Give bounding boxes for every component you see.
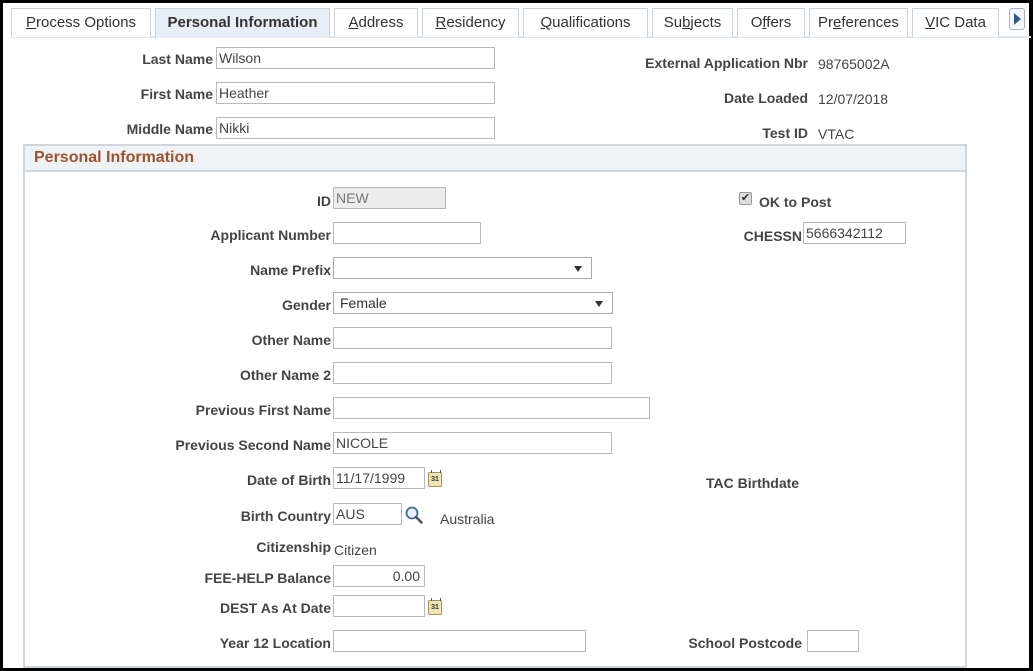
calendar-icon[interactable]: 31 [428,598,442,615]
dest-as-at-date-label: DEST As At Date [220,600,331,616]
tab-offers[interactable]: Offers [737,8,805,37]
last-name-label: Last Name [142,51,213,67]
gender-value: Female [340,295,387,311]
section-title: Personal Information [34,149,195,166]
tac-birthdate-label: TAC Birthdate [706,475,800,491]
middle-name-label: Middle Name [126,121,213,137]
tab-process-options[interactable]: Process Options [11,8,151,37]
name-prefix-label: Name Prefix [250,262,331,278]
name-prefix-select[interactable] [333,257,592,279]
tab-address[interactable]: Address [334,8,418,37]
applicant-number-input[interactable] [333,222,481,244]
gender-select[interactable]: Female [333,292,613,314]
year12-location-label: Year 12 Location [219,635,331,651]
tab-residency[interactable]: Residency [422,8,519,37]
external-app-nbr-value: 98765002A [818,56,890,72]
birth-country-description: Australia [440,511,495,527]
citizenship-value: Citizen [334,542,377,558]
tab-scroll-right-button[interactable] [1009,8,1025,30]
previous-second-name-input[interactable] [333,432,612,454]
tab-qualifications[interactable]: Qualifications [523,8,648,37]
applicant-number-label: Applicant Number [210,227,331,243]
access-key-letter: R [435,14,447,31]
school-postcode-input[interactable] [807,630,859,652]
gender-label: Gender [281,297,331,313]
access-key-letter: Q [540,14,553,31]
tab-subjects[interactable]: Subjects [652,8,733,37]
last-name-input[interactable] [216,47,495,69]
first-name-input[interactable] [216,82,495,104]
fee-help-balance-label: FEE-HELP Balance [204,570,331,586]
date-loaded-value: 12/07/2018 [818,91,889,107]
date-of-birth-label: Date of Birth [247,472,331,488]
year12-location-input[interactable] [333,630,586,652]
birth-country-label: Birth Country [240,508,331,524]
previous-first-name-label: Previous First Name [195,402,331,418]
chessn-label: CHESSN [743,228,802,244]
date-of-birth-input[interactable] [333,467,425,489]
date-loaded-label: Date Loaded [723,90,808,106]
id-input [333,187,446,209]
access-key-letter: e [833,14,842,31]
id-label: ID [317,193,331,209]
access-key-letter: P [25,14,36,31]
calendar-icon[interactable]: 31 [428,470,442,487]
tab-bar: Process Options Personal Information Add… [11,8,1031,38]
external-app-nbr-label: External Application Nbr [645,55,808,71]
fee-help-balance-input[interactable] [333,565,425,587]
access-key-letter: A [348,14,359,31]
access-key-letter: b [682,14,691,31]
other-name-2-label: Other Name 2 [239,367,331,383]
ok-to-post-checkbox[interactable]: ✔ [739,192,752,205]
ok-to-post-label: OK to Post [759,194,832,210]
test-id-value: VTAC [818,126,855,142]
dest-as-at-date-input[interactable] [333,595,425,617]
previous-second-name-label: Previous Second Name [175,437,331,453]
access-key-letter: f [762,14,767,31]
other-name-input[interactable] [333,327,612,349]
school-postcode-label: School Postcode [688,635,802,651]
citizenship-label: Citizenship [256,539,331,555]
search-lookup-icon[interactable] [404,505,424,525]
other-name-label: Other Name [251,332,331,348]
first-name-label: First Name [140,86,213,102]
middle-name-input[interactable] [216,117,495,139]
chevron-down-icon [595,301,603,307]
other-name-2-input[interactable] [333,362,612,384]
previous-first-name-input[interactable] [333,397,650,419]
test-id-label: Test ID [762,125,808,141]
page-frame: Process Options Personal Information Add… [3,3,1031,668]
chevron-down-icon [574,266,582,272]
tab-personal-information[interactable]: Personal Information [155,8,330,38]
chessn-input[interactable] [803,222,906,244]
access-key-letter: V [925,14,936,31]
tab-vic-data[interactable]: VIC Data [912,8,999,37]
birth-country-input[interactable] [333,503,402,525]
tab-preferences[interactable]: Preferences [809,8,908,37]
section-header: Personal Information [25,146,965,172]
